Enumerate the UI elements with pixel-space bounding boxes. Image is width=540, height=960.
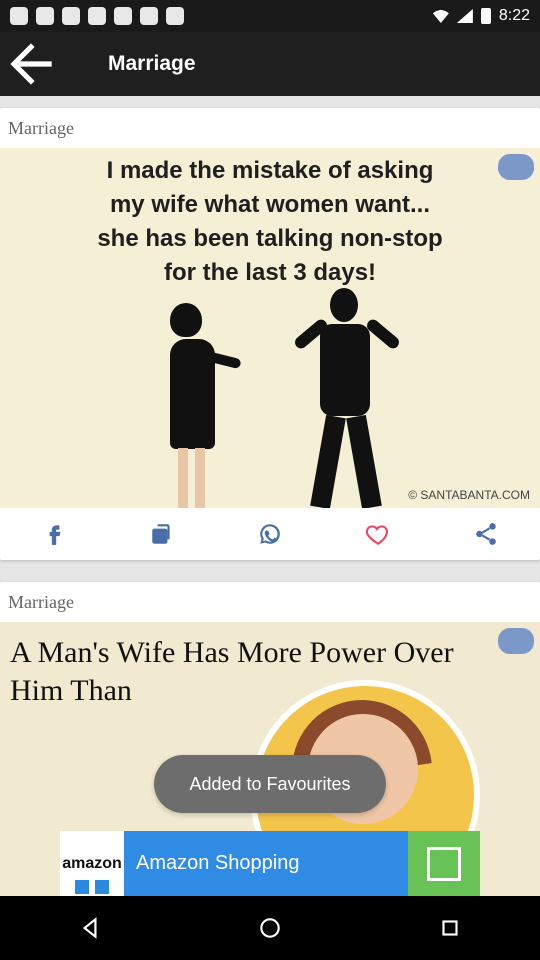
notification-icon: [114, 7, 132, 25]
ad-banner[interactable]: amazon Amazon Shopping: [60, 831, 480, 896]
joke-line: she has been talking non-stop: [97, 225, 443, 252]
card-title: Marriage: [8, 592, 74, 612]
ad-text: Amazon Shopping: [136, 852, 300, 874]
joke-text: I made the mistake of asking my wife wha…: [0, 154, 540, 290]
share-button[interactable]: [468, 516, 504, 552]
open-external-icon: [427, 846, 461, 881]
man-leg: [346, 414, 382, 508]
nav-back-button[interactable]: [66, 904, 114, 952]
man-figure: [280, 288, 410, 508]
notification-icon: [62, 7, 80, 25]
notification-icon: [88, 7, 106, 25]
circle-home-icon: [260, 918, 280, 938]
square-recents-icon: [442, 920, 458, 936]
facebook-icon: [49, 525, 61, 545]
heart-icon: [365, 525, 388, 546]
man-torso: [320, 324, 370, 416]
share-icon: [476, 523, 496, 545]
woman-leg: [195, 448, 205, 508]
back-button[interactable]: [0, 32, 62, 96]
status-right: 8:22: [432, 7, 530, 25]
man-arm: [364, 317, 402, 351]
woman-head: [170, 303, 202, 337]
whatsapp-share-button[interactable]: [252, 516, 288, 552]
woman-figure: [150, 303, 242, 508]
card-actions: [0, 508, 540, 560]
joke-line: for the last 3 days!: [163, 259, 377, 286]
status-bar: 8:22: [0, 0, 540, 32]
woman-leg: [178, 448, 188, 508]
image-credit: © SANTABANTA.COM: [408, 488, 530, 502]
status-time: 8:22: [498, 7, 530, 24]
notification-icon: [36, 7, 54, 25]
notification-icon: [10, 7, 28, 25]
triangle-back-icon: [82, 917, 97, 939]
notification-icon: [166, 7, 184, 25]
joke-line: I made the mistake of asking: [106, 157, 434, 184]
ad-open-button[interactable]: [408, 831, 480, 896]
copy-button[interactable]: [144, 516, 180, 552]
ad-info-icon[interactable]: [75, 880, 89, 894]
card-title: Marriage: [8, 118, 74, 138]
arrow-left-icon: [10, 43, 52, 85]
status-notification-icons: [10, 7, 184, 25]
nav-home-button[interactable]: [246, 904, 294, 952]
joke-line: my wife what women want...: [109, 191, 431, 218]
ad-close-controls[interactable]: [60, 878, 124, 896]
facebook-share-button[interactable]: [36, 516, 72, 552]
nav-recents-button[interactable]: [426, 904, 474, 952]
man-leg: [310, 414, 346, 508]
man-head: [330, 288, 358, 322]
signal-icon: [456, 9, 473, 23]
system-navigation-bar: [0, 896, 540, 960]
wifi-icon: [432, 9, 449, 23]
joke-image: I made the mistake of asking my wife wha…: [0, 148, 540, 508]
page-title: Marriage: [108, 52, 196, 75]
toast-message: Added to Favourites: [154, 755, 386, 813]
ad-close-icon[interactable]: [95, 880, 109, 894]
copy-icon: [152, 524, 170, 544]
whatsapp-icon: [260, 524, 280, 544]
notification-icon: [140, 7, 158, 25]
favorite-button[interactable]: [360, 516, 396, 552]
brand-logo-icon: [498, 628, 534, 654]
joke-card: Marriage I made the mistake of asking my…: [0, 108, 540, 560]
battery-icon: [480, 8, 491, 24]
app-bar: Marriage: [0, 32, 540, 96]
